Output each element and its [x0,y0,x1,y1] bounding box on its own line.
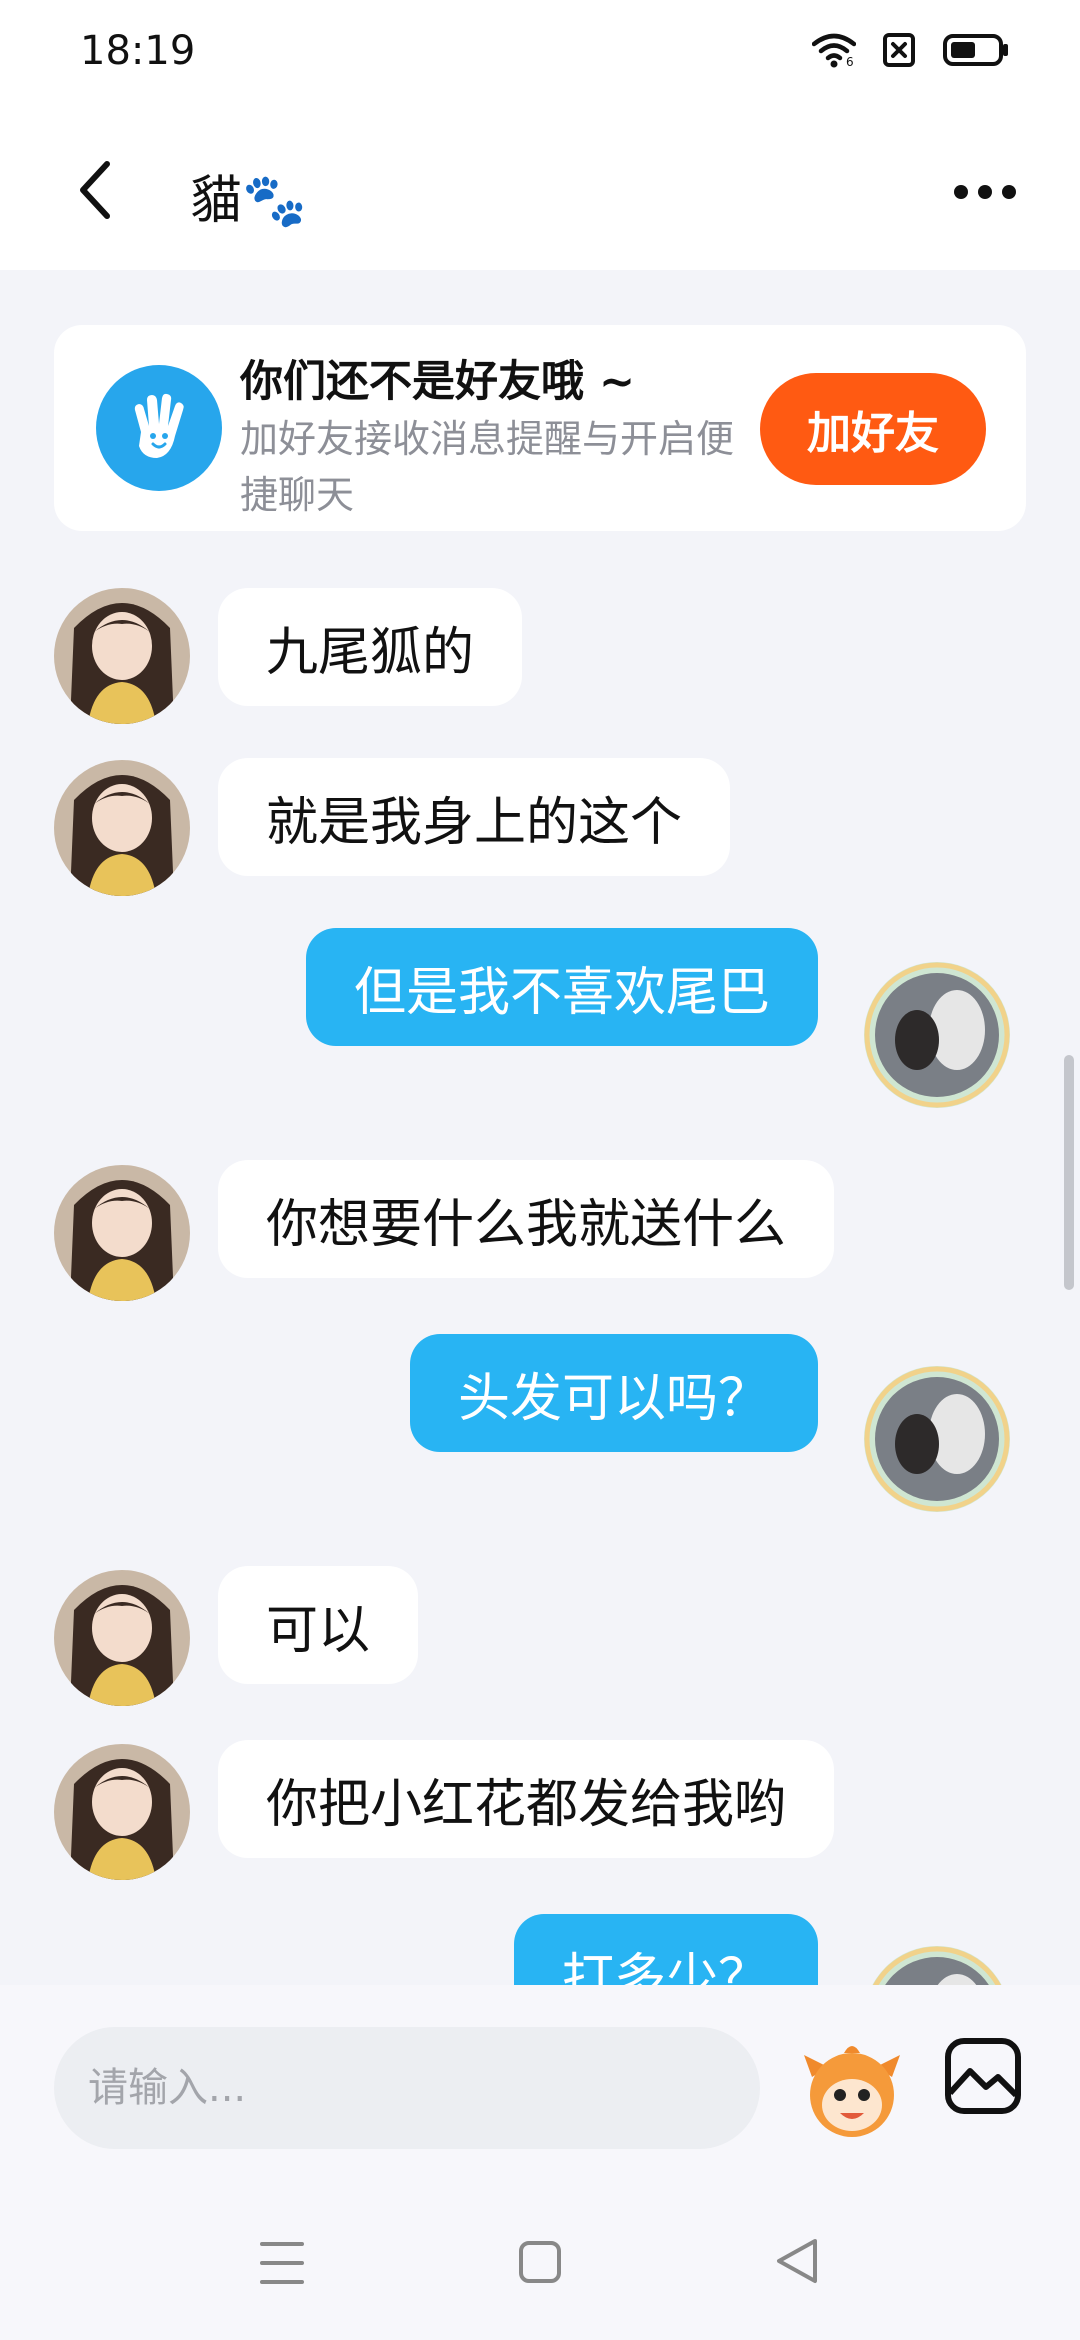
waving-hand-icon [96,365,222,491]
back-triangle-icon[interactable] [775,2237,819,2285]
contact-avatar[interactable] [54,1744,190,1880]
wifi-icon: 6 [812,33,856,68]
status-icons: 6 [812,32,1010,68]
my-avatar[interactable] [862,960,1012,1110]
contact-avatar[interactable] [54,1570,190,1706]
system-nav-bar [0,2185,1080,2340]
message-bubble-incoming[interactable]: 九尾狐的 [218,588,523,706]
message-list[interactable]: 九尾狐的 就是我身上的这个 但是我不喜欢尾巴 你想要什么我就送什么 头发可以吗？ [0,560,1080,1985]
status-bar: 18:19 6 [0,0,1080,110]
contact-avatar[interactable] [54,1165,190,1301]
home-square-icon[interactable] [518,2240,562,2284]
status-time: 18:19 [80,28,196,74]
chevron-left-icon [80,161,110,219]
my-avatar[interactable] [862,1944,1012,1985]
emoji-button[interactable] [800,2037,904,2141]
image-button[interactable] [944,2037,1022,2115]
battery-icon [943,34,1008,66]
image-icon [945,2038,1021,2114]
message-bubble-incoming[interactable]: 你想要什么我就送什么 [218,1160,835,1278]
more-horizontal-icon [954,185,1016,199]
sim-off-icon [883,33,915,67]
banner-description: 加好友接收消息提醒与开启便捷聊天 [240,417,735,517]
add-friend-button[interactable]: 加好友 [760,373,986,485]
message-bubble-outgoing[interactable]: 头发可以吗？ [409,1334,818,1452]
chat-header: 貓🐾 [0,110,1080,270]
contact-avatar[interactable] [54,760,190,896]
message-bubble-incoming[interactable]: 你把小红花都发给我哟 [218,1740,835,1858]
message-bubble-incoming[interactable]: 可以 [218,1566,419,1684]
banner-title: 你们还不是好友哦 ~ [240,357,635,407]
my-avatar[interactable] [862,1364,1012,1514]
back-button[interactable] [60,150,130,230]
message-input[interactable] [54,2027,760,2149]
svg-text:6: 6 [846,55,854,68]
message-bubble-outgoing[interactable]: 但是我不喜欢尾巴 [305,928,818,1046]
more-button[interactable] [940,162,1030,222]
friend-request-banner: 你们还不是好友哦 ~ 加好友接收消息提醒与开启便捷聊天 加好友 [54,325,1026,531]
message-bubble-incoming[interactable]: 就是我身上的这个 [218,758,731,876]
emoji-mascot-icon [804,2046,900,2137]
chat-title: 貓🐾 [190,171,307,231]
menu-icon[interactable] [258,2240,306,2286]
input-bar [0,1985,1080,2185]
message-bubble-outgoing[interactable]: 打多少？ [513,1914,818,1985]
scrollbar-thumb[interactable] [1064,1055,1074,1290]
contact-avatar[interactable] [54,588,190,724]
